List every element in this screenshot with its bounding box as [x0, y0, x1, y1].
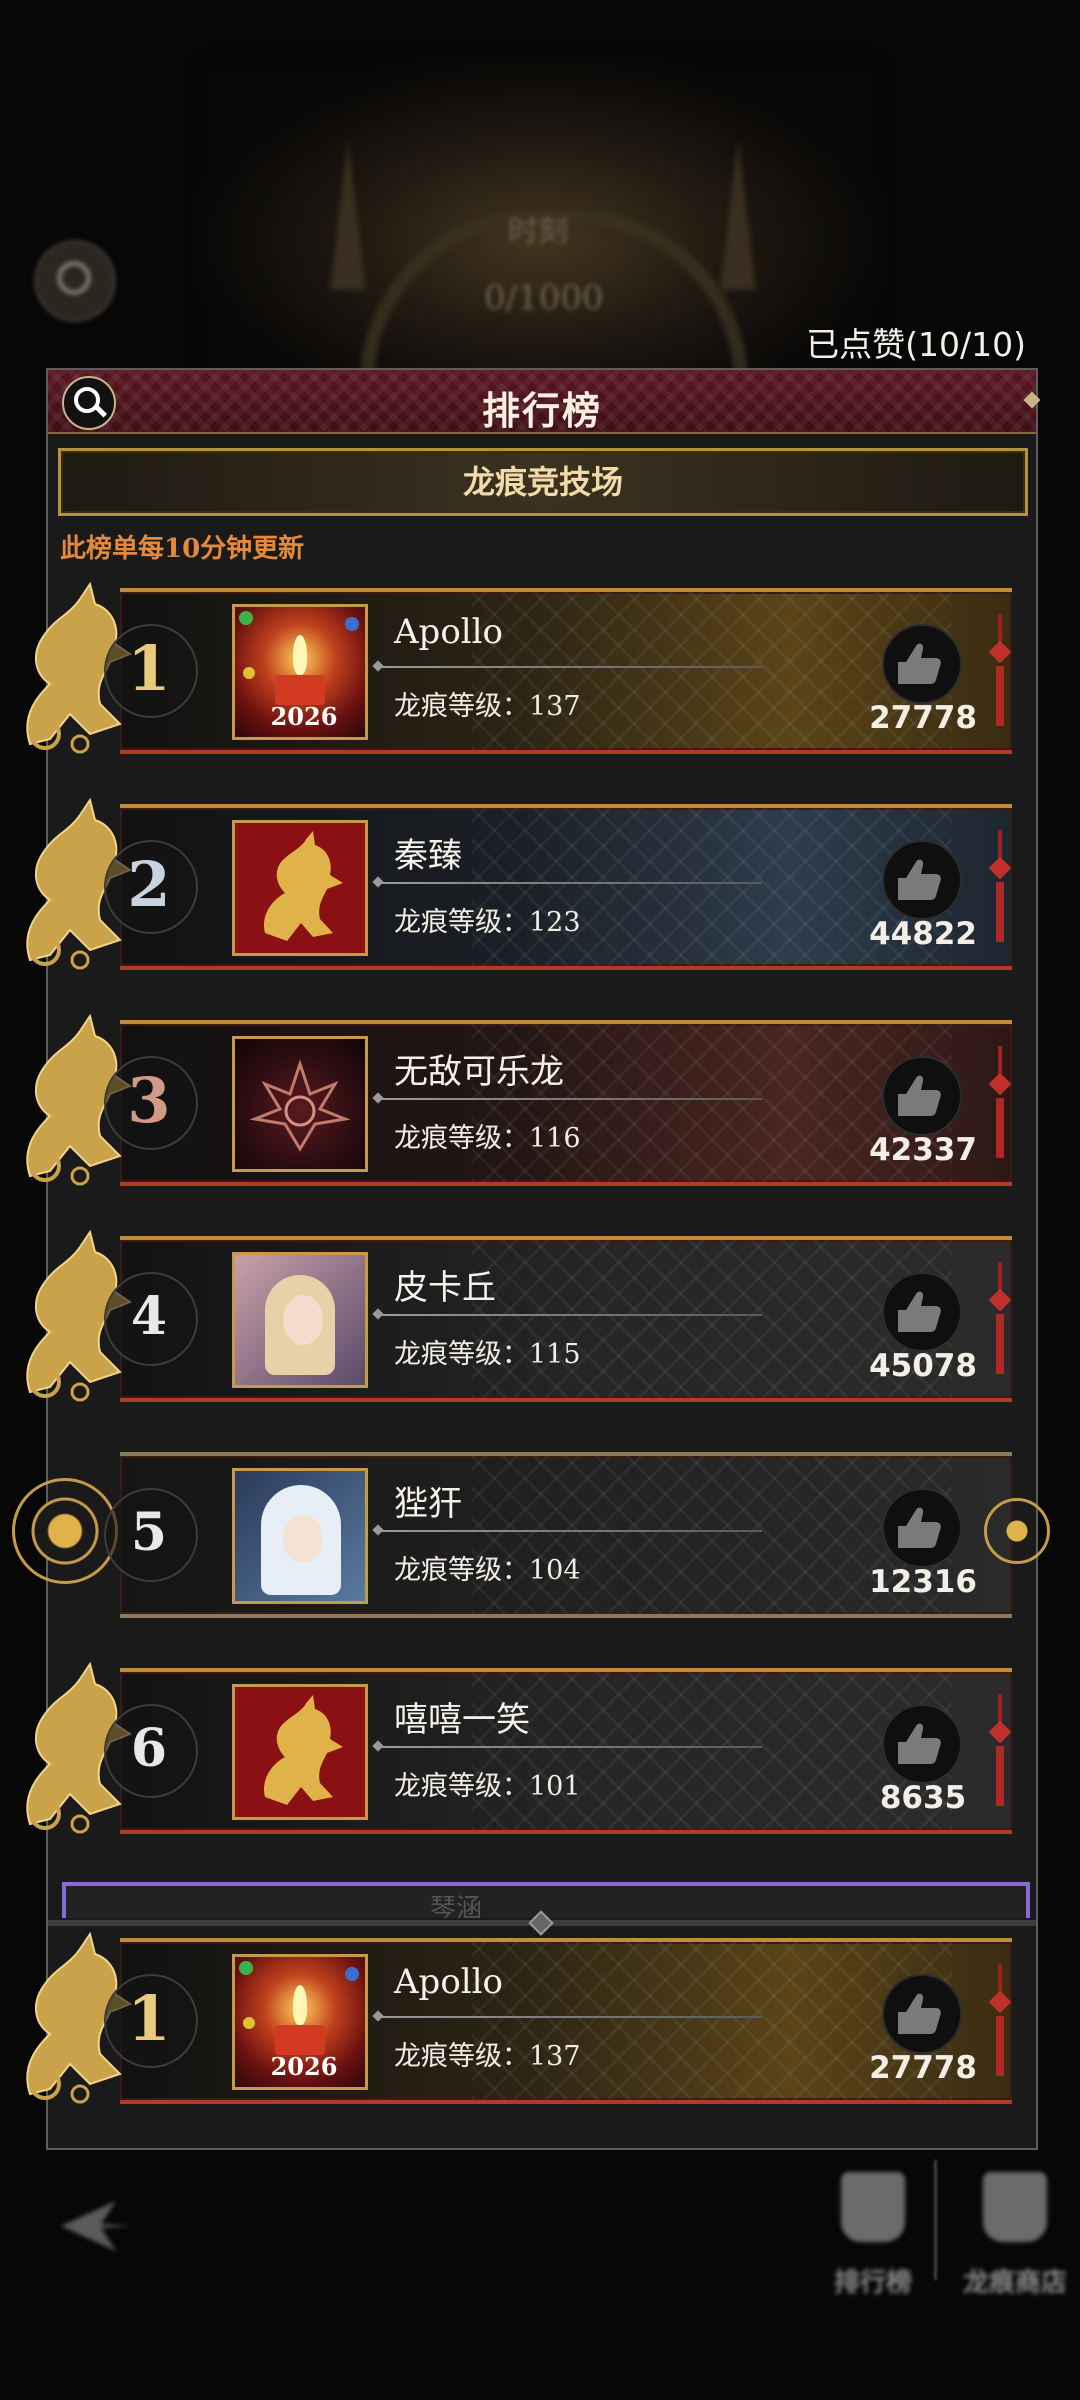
rank-number: 1	[127, 632, 171, 705]
player-avatar[interactable]: 2026	[232, 604, 368, 740]
like-count: 44822	[869, 916, 977, 952]
name-divider	[380, 666, 762, 668]
player-avatar[interactable]	[232, 1468, 368, 1604]
rank-number: 2	[127, 848, 171, 921]
player-level: 龙痕等级：123	[394, 907, 581, 938]
tassel-icon	[988, 1046, 1012, 1166]
background-top-label: 时刻	[508, 214, 568, 249]
nav-separator	[934, 2160, 937, 2280]
rank-number: 4	[130, 1286, 168, 1347]
player-name: Apollo	[394, 612, 504, 652]
panel-header: 排行榜	[48, 370, 1041, 434]
leaderboard-row[interactable]: 5 狴犴龙痕等级：104 12316	[0, 1438, 1080, 1618]
trophy-icon	[841, 2172, 905, 2242]
player-avatar[interactable]	[232, 1036, 368, 1172]
like-count: 27778	[869, 700, 977, 736]
like-button[interactable]	[882, 1488, 962, 1568]
background-spire	[330, 140, 366, 290]
player-avatar[interactable]: 2026	[232, 1954, 368, 2090]
leaderboard-row[interactable]: 3 无敌可乐龙龙痕等级：116 42337	[0, 1006, 1080, 1186]
name-divider	[380, 2016, 762, 2018]
player-level: 龙痕等级：137	[394, 2041, 581, 2072]
name-divider	[380, 1098, 762, 1100]
tassel-icon	[988, 1262, 1012, 1382]
rank-number: 6	[130, 1718, 168, 1779]
player-level: 龙痕等级：104	[394, 1555, 581, 1586]
leaderboard-row[interactable]: 1 2026 Apollo 龙痕等级：137 27778	[0, 574, 1080, 754]
like-button[interactable]	[882, 840, 962, 920]
rank-number: 3	[127, 1064, 171, 1137]
like-count: 42337	[869, 1132, 977, 1168]
player-avatar[interactable]	[232, 1252, 368, 1388]
player-name: 嘻嘻一笑	[394, 1700, 530, 1740]
background-progress-text: 0/1000	[484, 278, 604, 318]
like-count: 45078	[869, 1348, 977, 1384]
my-rank-row[interactable]: 1 2026 Apollo 龙痕等级：137 27778	[0, 1924, 1080, 2104]
tassel-icon	[988, 830, 1012, 950]
background-search-icon	[34, 240, 116, 322]
rank-number: 1	[127, 1982, 171, 2055]
sun-emblem-icon	[12, 1478, 118, 1584]
likes-counter: 已点赞(10/10)	[806, 325, 1026, 364]
shop-icon	[983, 2172, 1047, 2242]
name-divider	[380, 1746, 762, 1748]
tassel-icon	[988, 1964, 1012, 2084]
update-note: 此榜单每10分钟更新	[60, 534, 305, 564]
player-name: 无敌可乐龙	[394, 1052, 564, 1092]
leaderboard-row[interactable]: 6 嘻嘻一笑龙痕等级：101 8635	[0, 1654, 1080, 1834]
name-divider	[380, 1314, 762, 1316]
leaderboard-row[interactable]: 2 秦臻龙痕等级：123 44822	[0, 790, 1080, 970]
like-count: 27778	[869, 2050, 977, 2086]
nav-leaderboard-label: 排行榜	[833, 2268, 912, 2298]
player-avatar[interactable]	[232, 820, 368, 956]
player-level: 龙痕等级：137	[394, 691, 581, 722]
category-tab[interactable]: 龙痕竞技场	[58, 448, 1028, 516]
like-button[interactable]	[882, 1272, 962, 1352]
like-count: 12316	[869, 1564, 977, 1600]
nav-shop-label: 龙痕商店	[962, 2268, 1067, 2298]
like-button[interactable]	[882, 1056, 962, 1136]
background-spire	[720, 140, 756, 290]
player-avatar[interactable]	[232, 1684, 368, 1820]
player-level: 龙痕等级：116	[394, 1123, 581, 1154]
name-divider	[380, 882, 762, 884]
player-name: 狴犴	[394, 1484, 462, 1524]
tassel-icon	[988, 614, 1012, 734]
leaderboard-row[interactable]: 4 皮卡丘龙痕等级：115 45078	[0, 1222, 1080, 1402]
player-name: 皮卡丘	[394, 1268, 496, 1308]
tassel-icon	[988, 1694, 1012, 1814]
like-button[interactable]	[882, 1974, 962, 2054]
nav-shop[interactable]: 龙痕商店	[950, 2172, 1080, 2312]
nav-leaderboard[interactable]: 排行榜	[818, 2172, 928, 2312]
like-count: 8635	[879, 1780, 967, 1816]
panel-title: 排行榜	[481, 388, 602, 433]
like-button[interactable]	[882, 1704, 962, 1784]
player-name: 秦臻	[394, 836, 462, 876]
like-button[interactable]	[882, 624, 962, 704]
orb-icon	[984, 1498, 1050, 1564]
player-name: Apollo	[394, 1962, 504, 2002]
name-divider	[380, 1530, 762, 1532]
rank-number: 5	[130, 1502, 168, 1563]
player-level: 龙痕等级：115	[394, 1339, 581, 1370]
player-level: 龙痕等级：101	[394, 1771, 581, 1802]
back-arrow-icon[interactable]	[56, 2196, 136, 2256]
